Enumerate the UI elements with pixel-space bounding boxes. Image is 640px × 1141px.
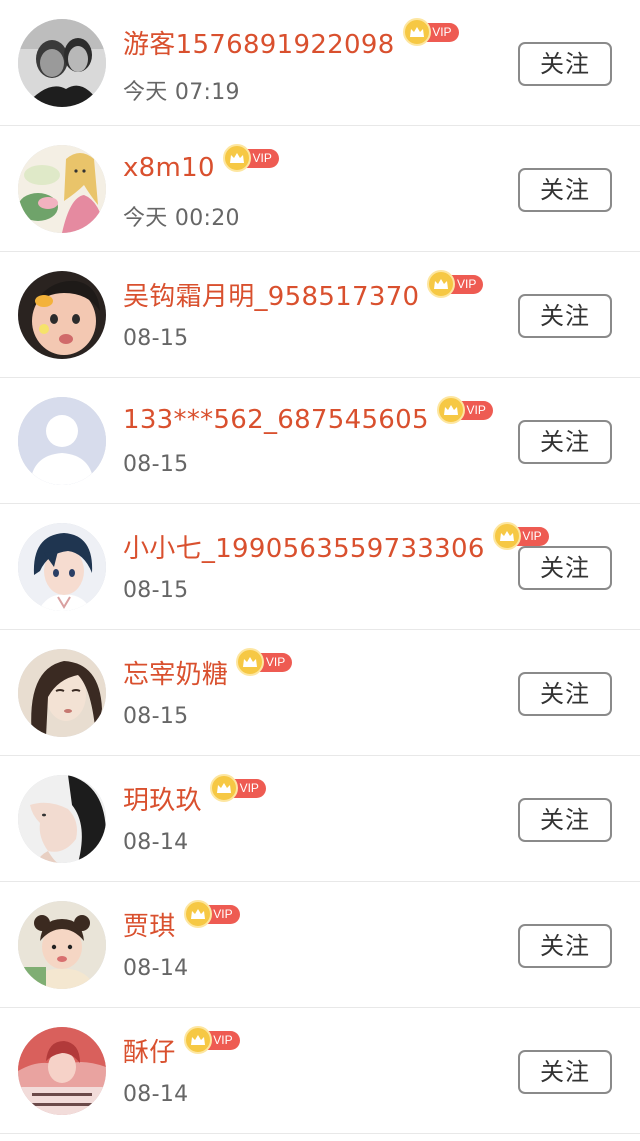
avatar[interactable] xyxy=(18,901,106,989)
crown-icon xyxy=(222,144,251,172)
follow-time: 今天 07:19 xyxy=(123,80,240,105)
avatar[interactable] xyxy=(18,271,106,359)
follow-button[interactable]: 关注 xyxy=(518,546,612,590)
user-name[interactable]: 玥玖玖 xyxy=(123,780,202,817)
avatar-image-icon xyxy=(18,523,106,611)
user-name-line: 吴钩霜月明_958517370 VIP xyxy=(123,270,485,314)
user-name-line: 玥玖玖 VIP xyxy=(123,774,268,818)
user-name-line: 133***562_687545605 VIP xyxy=(123,396,495,440)
vip-badge: VIP xyxy=(183,1026,242,1056)
avatar[interactable] xyxy=(18,1027,106,1115)
follow-button[interactable]: 关注 xyxy=(518,42,612,86)
list-item[interactable]: 小小七_1990563559733306 VIP 08-15 关注 xyxy=(0,504,640,630)
follow-button[interactable]: 关注 xyxy=(518,1050,612,1094)
list-item[interactable]: 玥玖玖 VIP 08-14 关注 xyxy=(0,756,640,882)
follow-time: 今天 00:20 xyxy=(123,206,240,231)
avatar[interactable] xyxy=(18,649,106,737)
avatar[interactable] xyxy=(18,145,106,233)
follow-time: 08-15 xyxy=(123,704,189,729)
crown-icon xyxy=(492,522,521,550)
user-name-line: 贾琪 VIP xyxy=(123,900,242,944)
vip-badge: VIP xyxy=(222,144,281,174)
avatar-image-icon xyxy=(18,271,106,359)
vip-badge: VIP xyxy=(427,270,485,300)
user-name[interactable]: 忘宰奶糖 xyxy=(123,654,228,691)
user-name-line: 游客1576891922098 VIP xyxy=(123,18,461,62)
follow-time: 08-14 xyxy=(123,956,189,981)
following-list: 游客1576891922098 VIP 今天 07:19 关注 x8m10 VI… xyxy=(0,0,640,1134)
list-item[interactable]: 忘宰奶糖 VIP 08-15 关注 xyxy=(0,630,640,756)
vip-badge: VIP xyxy=(402,18,461,48)
vip-badge: VIP xyxy=(209,774,268,804)
avatar-image-icon xyxy=(18,649,106,737)
avatar[interactable] xyxy=(18,523,106,611)
avatar-image-icon xyxy=(18,775,106,863)
follow-button[interactable]: 关注 xyxy=(518,924,612,968)
list-item[interactable]: 133***562_687545605 VIP 08-15 关注 xyxy=(0,378,640,504)
follow-button[interactable]: 关注 xyxy=(518,672,612,716)
user-name[interactable]: 133***562_687545605 xyxy=(123,405,429,435)
list-item[interactable]: x8m10 VIP 今天 00:20 关注 xyxy=(0,126,640,252)
list-item[interactable]: 酥仔 VIP 08-14 关注 xyxy=(0,1008,640,1134)
vip-badge: VIP xyxy=(236,648,294,678)
vip-badge: VIP xyxy=(183,900,242,930)
follow-time: 08-14 xyxy=(123,830,189,855)
crown-icon xyxy=(183,1026,212,1054)
follow-button[interactable]: 关注 xyxy=(518,420,612,464)
avatar-image-icon xyxy=(18,19,106,107)
avatar-image-icon xyxy=(18,145,106,233)
list-item[interactable]: 吴钩霜月明_958517370 VIP 08-15 关注 xyxy=(0,252,640,378)
crown-icon xyxy=(183,900,212,928)
user-name[interactable]: x8m10 xyxy=(123,153,215,183)
list-item[interactable]: 游客1576891922098 VIP 今天 07:19 关注 xyxy=(0,0,640,126)
follow-time: 08-15 xyxy=(123,578,189,603)
crown-icon xyxy=(402,18,431,46)
vip-badge: VIP xyxy=(436,396,495,426)
follow-button[interactable]: 关注 xyxy=(518,798,612,842)
default-avatar-icon xyxy=(18,397,106,485)
user-name-line: 酥仔 VIP xyxy=(123,1026,242,1070)
follow-time: 08-15 xyxy=(123,452,189,477)
avatar-image-icon xyxy=(18,1027,106,1115)
follow-button[interactable]: 关注 xyxy=(518,294,612,338)
user-name-line: x8m10 VIP xyxy=(123,144,281,188)
follow-time: 08-15 xyxy=(123,326,189,351)
user-name-line: 忘宰奶糖 VIP xyxy=(123,648,294,692)
user-name[interactable]: 贾琪 xyxy=(123,906,176,943)
avatar-image-icon xyxy=(18,901,106,989)
crown-icon xyxy=(236,648,265,676)
list-item[interactable]: 贾琪 VIP 08-14 关注 xyxy=(0,882,640,1008)
follow-button[interactable]: 关注 xyxy=(518,168,612,212)
user-name[interactable]: 游客1576891922098 xyxy=(123,24,395,61)
crown-icon xyxy=(436,396,465,424)
follow-time: 08-14 xyxy=(123,1082,189,1107)
user-name[interactable]: 小小七_1990563559733306 xyxy=(123,528,485,565)
user-name-line: 小小七_1990563559733306 VIP xyxy=(123,522,551,566)
user-name[interactable]: 吴钩霜月明_958517370 xyxy=(123,276,419,313)
avatar[interactable] xyxy=(18,775,106,863)
avatar[interactable] xyxy=(18,397,106,485)
crown-icon xyxy=(209,774,238,802)
user-name[interactable]: 酥仔 xyxy=(123,1032,176,1069)
avatar[interactable] xyxy=(18,19,106,107)
